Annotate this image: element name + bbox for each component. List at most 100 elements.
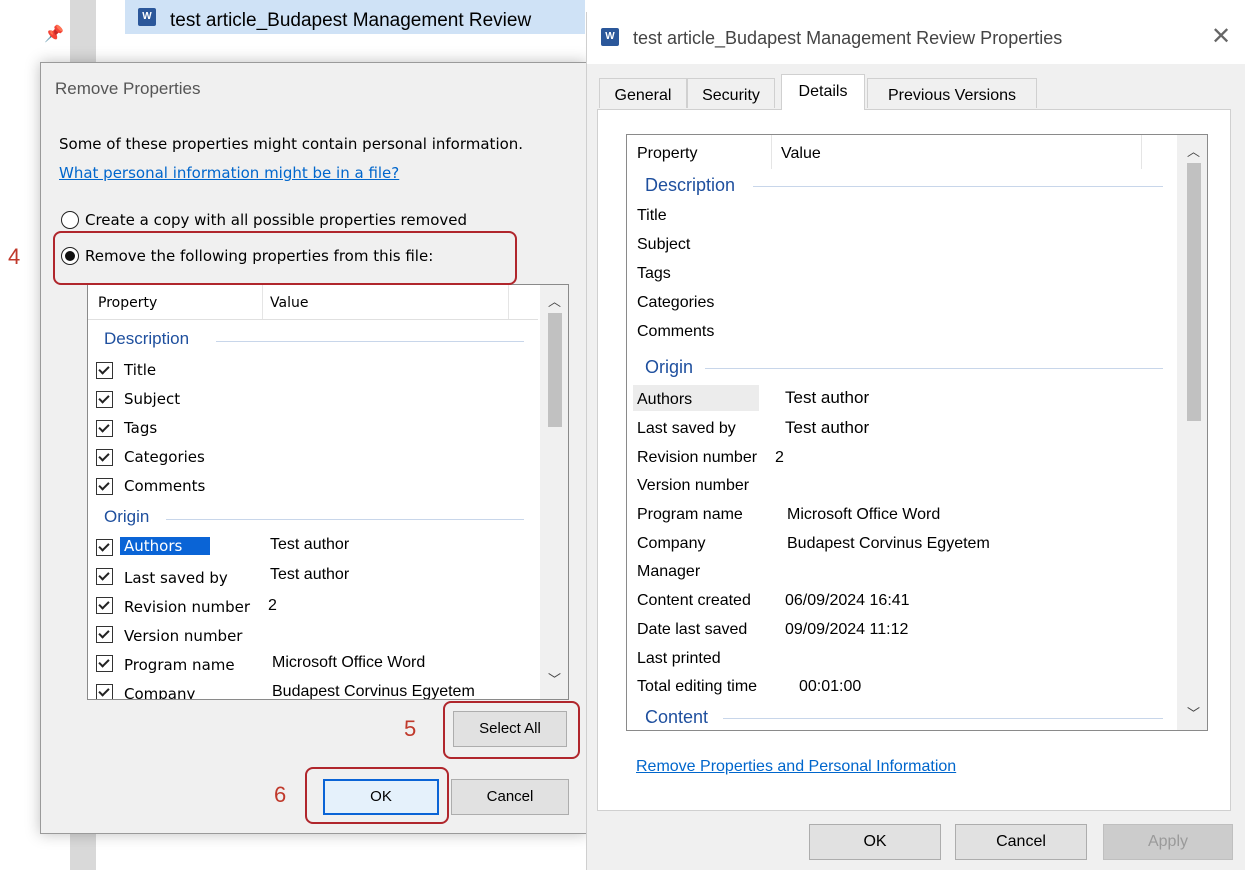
checkbox-version-number[interactable] bbox=[96, 626, 113, 643]
details-prop-last-saved-by: Last saved by bbox=[637, 420, 736, 437]
prop-version-number: Version number bbox=[124, 627, 243, 645]
scroll-up-icon[interactable]: ︿ bbox=[548, 291, 561, 310]
info-text: Some of these properties might contain p… bbox=[59, 135, 524, 153]
checkbox-title[interactable] bbox=[96, 362, 113, 379]
scroll-down-icon[interactable]: ﹀ bbox=[548, 669, 561, 688]
checkbox-last-saved-by[interactable] bbox=[96, 568, 113, 585]
details-prop-tags: Tags bbox=[637, 265, 671, 282]
details-scroll-thumb[interactable] bbox=[1187, 163, 1201, 421]
word-document-icon: W bbox=[601, 28, 619, 46]
dialog-title: Remove Properties bbox=[55, 79, 201, 98]
prop-subject: Subject bbox=[124, 390, 181, 408]
personal-info-link[interactable]: What personal information might be in a … bbox=[59, 164, 399, 182]
step-4-label: 4 bbox=[8, 244, 21, 269]
tab-general[interactable]: General bbox=[599, 78, 687, 108]
value-authors: Test author bbox=[270, 536, 350, 553]
details-prop-categories: Categories bbox=[637, 294, 715, 311]
details-list-header: Property Value bbox=[627, 135, 1177, 169]
prop-program-name: Program name bbox=[124, 656, 235, 674]
explorer-left-pane bbox=[0, 0, 40, 870]
details-scroll-up-icon[interactable]: ︿ bbox=[1187, 141, 1200, 160]
details-prop-last-printed: Last printed bbox=[637, 650, 721, 667]
details-prop-company: Company bbox=[637, 535, 706, 552]
column-property[interactable]: Property bbox=[98, 295, 157, 311]
details-value-total-editing-time: 00:01:00 bbox=[799, 678, 862, 695]
details-prop-manager: Manager bbox=[637, 563, 701, 580]
tab-security[interactable]: Security bbox=[687, 78, 775, 108]
scroll-thumb[interactable] bbox=[548, 313, 562, 427]
properties-title: test article_Budapest Management Review … bbox=[633, 28, 1063, 48]
details-prop-subject: Subject bbox=[637, 236, 691, 253]
prop-last-saved-by: Last saved by bbox=[124, 569, 228, 587]
step-6-label: 6 bbox=[274, 782, 287, 807]
prop-title: Title bbox=[124, 361, 157, 379]
checkbox-categories[interactable] bbox=[96, 449, 113, 466]
details-prop-total-editing-time: Total editing time bbox=[637, 678, 758, 695]
prop-revision-number: Revision number bbox=[124, 598, 250, 616]
details-section-description: Description bbox=[645, 175, 736, 195]
remove-properties-link[interactable]: Remove Properties and Personal Informati… bbox=[636, 758, 956, 776]
details-prop-title: Title bbox=[637, 207, 667, 224]
details-value-date-last-saved: 09/09/2024 11:12 bbox=[785, 621, 909, 638]
cancel-button[interactable]: Cancel bbox=[451, 779, 569, 815]
value-company: Budapest Corvinus Egyetem bbox=[272, 683, 475, 700]
details-panel: Property Value Description Title Subject… bbox=[597, 109, 1231, 811]
details-section-content: Content bbox=[645, 707, 709, 727]
value-revision-number: 2 bbox=[268, 597, 277, 614]
value-last-saved-by: Test author bbox=[270, 566, 350, 583]
details-scrollbar[interactable]: ︿ ﹀ bbox=[1177, 135, 1207, 730]
details-prop-version-number: Version number bbox=[637, 477, 750, 494]
details-prop-revision-number: Revision number bbox=[637, 449, 758, 466]
details-value-authors: Test author bbox=[785, 388, 870, 407]
file-properties-dialog: W test article_Budapest Management Revie… bbox=[586, 12, 1245, 870]
prop-authors[interactable]: Authors bbox=[120, 537, 211, 555]
prop-company: Company bbox=[124, 685, 196, 700]
details-prop-program-name: Program name bbox=[637, 506, 743, 523]
details-prop-authors[interactable]: Authors bbox=[637, 391, 692, 409]
details-prop-date-last-saved: Date last saved bbox=[637, 621, 748, 638]
checkbox-revision-number[interactable] bbox=[96, 597, 113, 614]
checkbox-program-name[interactable] bbox=[96, 655, 113, 672]
value-program-name: Microsoft Office Word bbox=[272, 654, 426, 671]
highlight-step-6 bbox=[305, 767, 449, 824]
properties-apply-button: Apply bbox=[1103, 824, 1233, 860]
tab-details[interactable]: Details bbox=[781, 74, 865, 110]
details-value-content-created: 06/09/2024 16:41 bbox=[785, 592, 910, 609]
details-scroll-down-icon[interactable]: ﹀ bbox=[1187, 703, 1200, 722]
checkbox-comments[interactable] bbox=[96, 478, 113, 495]
checkbox-company[interactable] bbox=[96, 684, 113, 699]
checkbox-authors[interactable] bbox=[96, 539, 113, 556]
remove-property-list[interactable]: Property Value Description Title Subject… bbox=[87, 284, 569, 700]
pin-icon[interactable]: 📌 bbox=[44, 24, 64, 43]
properties-ok-button[interactable]: OK bbox=[809, 824, 941, 860]
details-column-value[interactable]: Value bbox=[781, 145, 821, 163]
column-value[interactable]: Value bbox=[270, 295, 308, 311]
radio-create-copy-label[interactable]: Create a copy with all possible properti… bbox=[85, 211, 467, 229]
checkbox-tags[interactable] bbox=[96, 420, 113, 437]
list-scrollbar[interactable]: ︿ ﹀ bbox=[540, 285, 568, 699]
list-header: Property Value bbox=[88, 285, 538, 320]
details-value-program-name: Microsoft Office Word bbox=[787, 506, 941, 523]
details-prop-content-created: Content created bbox=[637, 592, 751, 609]
properties-cancel-button[interactable]: Cancel bbox=[955, 824, 1087, 860]
explorer-file-name: test article_Budapest Management Review bbox=[170, 10, 532, 31]
details-value-company: Budapest Corvinus Egyetem bbox=[787, 535, 990, 552]
highlight-step-5 bbox=[443, 701, 580, 759]
details-column-property[interactable]: Property bbox=[637, 145, 697, 163]
word-file-icon: W bbox=[138, 8, 156, 26]
highlight-step-4 bbox=[53, 231, 517, 285]
close-icon[interactable]: ✕ bbox=[1211, 22, 1231, 50]
checkbox-subject[interactable] bbox=[96, 391, 113, 408]
prop-categories: Categories bbox=[124, 448, 205, 466]
details-prop-comments: Comments bbox=[637, 323, 715, 340]
step-5-label: 5 bbox=[404, 716, 417, 741]
details-value-revision-number: 2 bbox=[775, 449, 784, 466]
radio-create-copy[interactable] bbox=[61, 211, 79, 229]
section-origin: Origin bbox=[104, 507, 150, 526]
details-property-list[interactable]: Property Value Description Title Subject… bbox=[626, 134, 1208, 731]
section-description: Description bbox=[104, 329, 190, 348]
tab-previous-versions[interactable]: Previous Versions bbox=[867, 78, 1037, 108]
prop-tags: Tags bbox=[124, 419, 158, 437]
details-section-origin: Origin bbox=[645, 357, 694, 377]
prop-comments: Comments bbox=[124, 477, 206, 495]
